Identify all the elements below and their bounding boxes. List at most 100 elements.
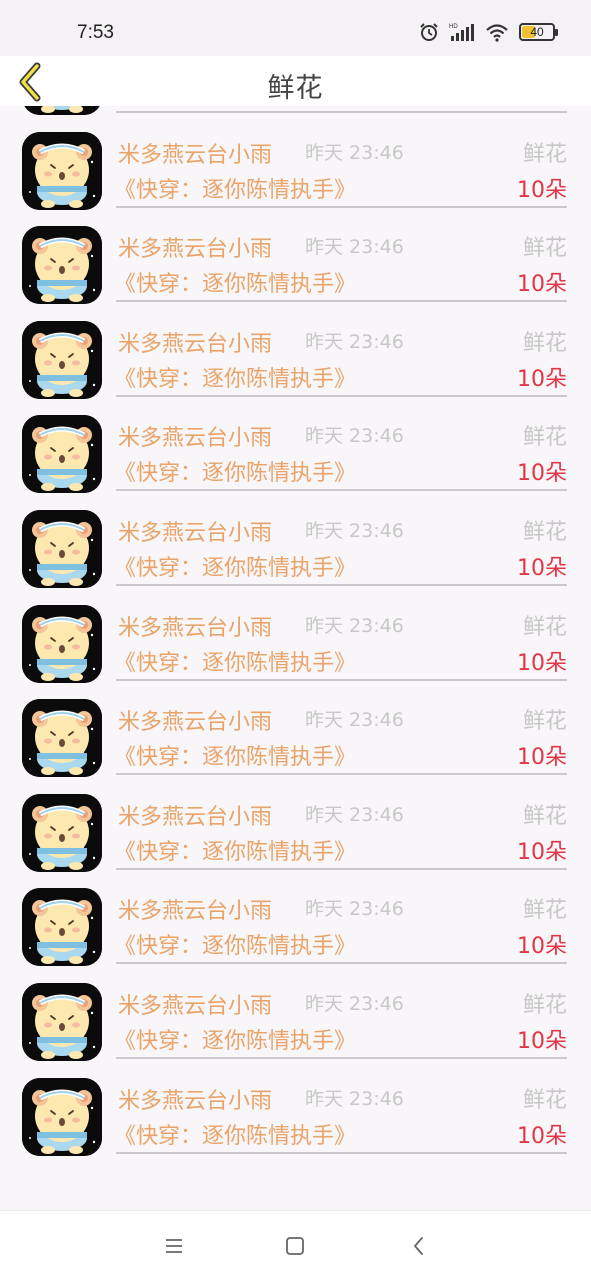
sender-name[interactable]: 米多燕云台小雨 (118, 515, 272, 547)
gift-list-item[interactable]: 米多燕云台小雨 昨天 23:46 鲜花 《快穿：逐你陈情执手》 10朵 (0, 311, 591, 406)
book-title[interactable]: 《快穿：逐你陈情执手》 (114, 266, 356, 298)
gift-list-item[interactable]: 米多燕云台小雨 昨天 23:46 鲜花 《快穿：逐你陈情执手》 10朵 (0, 689, 591, 784)
gift-type: 鲜花 (522, 898, 567, 924)
avatar[interactable] (22, 888, 102, 967)
avatar[interactable] (22, 226, 102, 305)
avatar[interactable] (22, 793, 102, 872)
menu-icon (166, 1239, 182, 1253)
send-time: 昨天 23:46 (305, 141, 404, 164)
send-time: 昨天 23:46 (305, 803, 404, 826)
back-nav-button[interactable] (406, 1233, 432, 1259)
gift-type: 鲜花 (522, 425, 567, 451)
sender-name[interactable]: 米多燕云台小雨 (118, 420, 272, 452)
book-title[interactable]: 《快穿：逐你陈情执手》 (114, 550, 356, 582)
hamster-avatar-icon (22, 604, 102, 683)
avatar[interactable] (22, 320, 102, 399)
send-time: 昨天 23:46 (305, 330, 404, 353)
gift-list-item[interactable]: 米多燕云台小雨 昨天 23:46 鲜花 《快穿：逐你陈情执手》 10朵 (0, 595, 591, 690)
menu-button[interactable] (161, 1233, 187, 1259)
gift-list-item[interactable]: 米多燕云台小雨 昨天 23:46 鲜花 《快穿：逐你陈情执手》 10朵 (0, 216, 591, 311)
hd-signal-icon: HD (449, 24, 474, 41)
gift-list-item[interactable]: 米多燕云台小雨 昨天 23:46 鲜花 《快穿：逐你陈情执手》 10朵 (0, 106, 591, 122)
wifi-icon (486, 24, 508, 42)
gift-type: 鲜花 (522, 614, 567, 640)
gift-type: 鲜花 (522, 236, 567, 262)
avatar[interactable] (22, 699, 102, 778)
avatar[interactable] (22, 106, 102, 115)
gift-count: 10朵 (517, 177, 567, 203)
gift-list-item[interactable]: 米多燕云台小雨 昨天 23:46 鲜花 《快穿：逐你陈情执手》 10朵 (0, 405, 591, 500)
gift-count: 10朵 (517, 650, 567, 676)
sender-name[interactable]: 米多燕云台小雨 (118, 231, 272, 263)
gift-type: 鲜花 (522, 992, 567, 1018)
gift-list-item[interactable]: 米多燕云台小雨 昨天 23:46 鲜花 《快穿：逐你陈情执手》 10朵 (0, 122, 591, 217)
avatar[interactable] (22, 415, 102, 494)
sender-name[interactable]: 米多燕云台小雨 (118, 137, 272, 169)
sender-name[interactable]: 米多燕云台小雨 (118, 704, 272, 736)
gift-list-item[interactable]: 米多燕云台小雨 昨天 23:46 鲜花 《快穿：逐你陈情执手》 10朵 (0, 784, 591, 879)
sender-name[interactable]: 米多燕云台小雨 (118, 1083, 272, 1115)
book-title[interactable]: 《快穿：逐你陈情执手》 (114, 645, 356, 677)
row-divider (116, 1151, 567, 1154)
gift-count: 10朵 (517, 272, 567, 298)
avatar[interactable] (22, 509, 102, 588)
hamster-avatar-icon (22, 509, 102, 588)
avatar[interactable] (22, 982, 102, 1061)
avatar[interactable] (22, 131, 102, 210)
avatar[interactable] (22, 604, 102, 683)
gift-count: 10朵 (517, 1028, 567, 1054)
sender-name[interactable]: 米多燕云台小雨 (118, 988, 272, 1020)
gift-type: 鲜花 (522, 330, 567, 356)
page-title: 鲜花 (267, 73, 324, 104)
sender-name[interactable]: 米多燕云台小雨 (118, 326, 272, 358)
gift-count: 10朵 (517, 839, 567, 865)
book-title[interactable]: 《快穿：逐你陈情执手》 (114, 455, 356, 487)
gift-list-item[interactable]: 米多燕云台小雨 昨天 23:46 鲜花 《快穿：逐你陈情执手》 10朵 (0, 878, 591, 973)
row-divider (116, 773, 567, 776)
book-title[interactable]: 《快穿：逐你陈情执手》 (114, 361, 356, 393)
book-title[interactable]: 《快穿：逐你陈情执手》 (114, 106, 356, 109)
gift-list-item[interactable]: 米多燕云台小雨 昨天 23:46 鲜花 《快穿：逐你陈情执手》 10朵 (0, 973, 591, 1068)
book-title[interactable]: 《快穿：逐你陈情执手》 (114, 739, 356, 771)
send-time: 昨天 23:46 (305, 709, 404, 732)
hamster-avatar-icon (22, 982, 102, 1061)
battery-icon: 40 (519, 23, 558, 41)
book-title[interactable]: 《快穿：逐你陈情执手》 (114, 834, 356, 866)
gift-type: 鲜花 (522, 803, 567, 829)
home-square-icon (286, 1237, 304, 1255)
gift-count: 10朵 (517, 461, 567, 487)
book-title[interactable]: 《快穿：逐你陈情执手》 (114, 172, 356, 204)
system-nav-bar (0, 1210, 591, 1280)
row-divider (116, 205, 567, 208)
gift-count: 10朵 (517, 745, 567, 771)
row-divider (116, 300, 567, 303)
hamster-avatar-icon (22, 699, 102, 778)
home-button[interactable] (282, 1233, 308, 1259)
gift-count: 10朵 (517, 366, 567, 392)
gift-type: 鲜花 (522, 519, 567, 545)
book-title[interactable]: 《快穿：逐你陈情执手》 (114, 1023, 356, 1055)
gift-count: 10朵 (517, 555, 567, 581)
gift-list[interactable]: 米多燕云台小雨 昨天 23:46 鲜花 《快穿：逐你陈情执手》 10朵 米多燕云… (0, 106, 591, 1210)
book-title[interactable]: 《快穿：逐你陈情执手》 (114, 1118, 356, 1150)
gift-count: 10朵 (517, 934, 567, 960)
row-divider (116, 489, 567, 492)
hamster-avatar-icon (22, 415, 102, 494)
gift-list-item[interactable]: 米多燕云台小雨 昨天 23:46 鲜花 《快穿：逐你陈情执手》 10朵 (0, 1068, 591, 1163)
gift-type: 鲜花 (522, 709, 567, 735)
status-time: 7:53 (77, 22, 114, 43)
hamster-avatar-icon (22, 226, 102, 305)
header: 鲜花 (0, 56, 591, 106)
avatar[interactable] (22, 1077, 102, 1156)
book-title[interactable]: 《快穿：逐你陈情执手》 (114, 928, 356, 960)
sender-name[interactable]: 米多燕云台小雨 (118, 610, 272, 642)
row-divider (116, 1056, 567, 1059)
sender-name[interactable]: 米多燕云台小雨 (118, 799, 272, 831)
app-screen: 7:53 HD 40 鲜花 米多燕云台小雨 昨天 23:46 鲜花 《快穿：逐你… (0, 0, 591, 1280)
hamster-avatar-icon (22, 106, 102, 115)
send-time: 昨天 23:46 (305, 898, 404, 921)
gift-list-item[interactable]: 米多燕云台小雨 昨天 23:46 鲜花 《快穿：逐你陈情执手》 10朵 (0, 500, 591, 595)
send-time: 昨天 23:46 (305, 236, 404, 259)
send-time: 昨天 23:46 (305, 614, 404, 637)
sender-name[interactable]: 米多燕云台小雨 (118, 893, 272, 925)
